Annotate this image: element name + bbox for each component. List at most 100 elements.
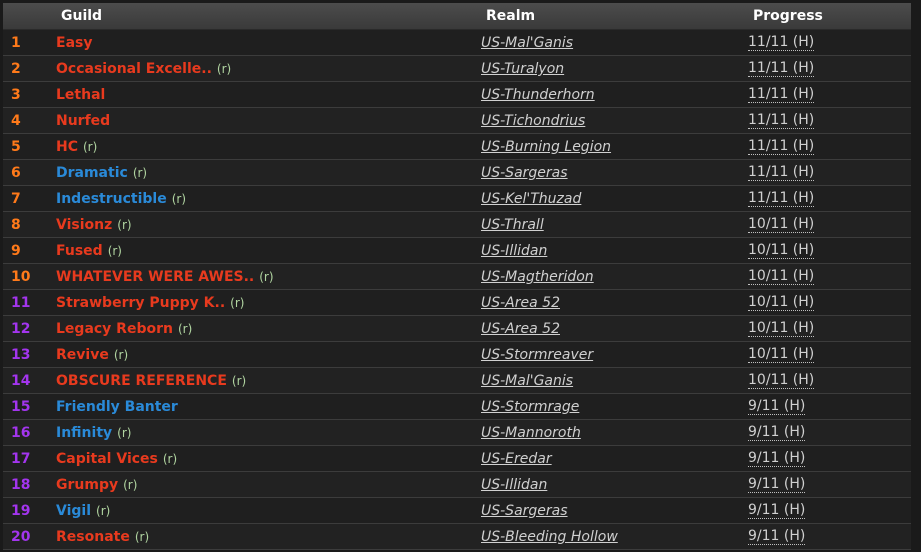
table-row: 18 Grumpy (r) US-Illidan 9/11 (H): [3, 472, 911, 498]
rank-number: 1: [11, 35, 21, 51]
progress-value[interactable]: 11/11 (H): [748, 87, 815, 103]
header-progress[interactable]: Progress: [753, 8, 823, 24]
guild-name-link[interactable]: Fused: [56, 243, 103, 259]
realm-link[interactable]: US-Kel'Thuzad: [481, 191, 581, 207]
guild-name-link[interactable]: Vigil: [56, 503, 91, 519]
guild-name-link[interactable]: Occasional Excelle..: [56, 61, 212, 77]
guild-name-link[interactable]: Capital Vices: [56, 451, 158, 467]
guild-cell: Nurfed: [56, 113, 110, 129]
realm-link[interactable]: US-Stormreaver: [481, 347, 593, 363]
recruiting-badge: (r): [117, 218, 132, 232]
table-body: 1 Easy US-Mal'Ganis 11/11 (H) 2 Occasional Ex…: [3, 30, 911, 550]
guild-name-link[interactable]: Nurfed: [56, 113, 110, 129]
realm-link[interactable]: US-Burning Legion: [481, 139, 611, 155]
progress-value[interactable]: 9/11 (H): [748, 529, 806, 545]
guild-name-link[interactable]: Strawberry Puppy K..: [56, 295, 225, 311]
rank-number: 3: [11, 87, 21, 103]
table-row: 15 Friendly Banter US-Stormrage 9/11 (H): [3, 394, 911, 420]
progress-value[interactable]: 10/11 (H): [748, 295, 815, 311]
realm-link[interactable]: US-Illidan: [481, 243, 547, 259]
scrollbar[interactable]: [913, 0, 921, 552]
progress-value[interactable]: 11/11 (H): [748, 113, 815, 129]
progress-value[interactable]: 9/11 (H): [748, 477, 806, 493]
progress-value[interactable]: 10/11 (H): [748, 347, 815, 363]
guild-name-link[interactable]: Indestructible: [56, 191, 167, 207]
guild-cell: Indestructible (r): [56, 191, 186, 207]
progress-value[interactable]: 9/11 (H): [748, 451, 806, 467]
table-row: 9 Fused (r) US-Illidan 10/11 (H): [3, 238, 911, 264]
rank-number: 10: [11, 269, 31, 285]
guild-name-link[interactable]: Friendly Banter: [56, 399, 178, 415]
rank-number: 7: [11, 191, 21, 207]
progress-value[interactable]: 11/11 (H): [748, 35, 815, 51]
realm-link[interactable]: US-Bleeding Hollow: [481, 529, 618, 545]
realm-link[interactable]: US-Tichondrius: [481, 113, 585, 129]
header-guild[interactable]: Guild: [61, 8, 102, 24]
realm-link[interactable]: US-Mal'Ganis: [481, 373, 573, 389]
progress-value[interactable]: 10/11 (H): [748, 269, 815, 285]
guild-name-link[interactable]: Lethal: [56, 87, 105, 103]
progress-value[interactable]: 10/11 (H): [748, 373, 815, 389]
guild-cell: Easy: [56, 35, 92, 51]
realm-link[interactable]: US-Mal'Ganis: [481, 35, 573, 51]
realm-link[interactable]: US-Sargeras: [481, 503, 568, 519]
realm-link[interactable]: US-Sargeras: [481, 165, 568, 181]
header-realm[interactable]: Realm: [486, 8, 535, 24]
progress-value[interactable]: 10/11 (H): [748, 243, 815, 259]
guild-name-link[interactable]: Resonate: [56, 529, 130, 545]
realm-link[interactable]: US-Thrall: [481, 217, 544, 233]
realm-link[interactable]: US-Mannoroth: [481, 425, 581, 441]
guild-name-link[interactable]: Infinity: [56, 425, 112, 441]
table-row: 4 Nurfed US-Tichondrius 11/11 (H): [3, 108, 911, 134]
recruiting-badge: (r): [259, 270, 274, 284]
table-row: 12 Legacy Reborn (r) US-Area 52 10/11 (H): [3, 316, 911, 342]
realm-link[interactable]: US-Thunderhorn: [481, 87, 595, 103]
guild-name-link[interactable]: Revive: [56, 347, 109, 363]
rank-number: 11: [11, 295, 31, 311]
progress-value[interactable]: 11/11 (H): [748, 139, 815, 155]
guild-cell: Friendly Banter: [56, 399, 178, 415]
table-row: 6 Dramatic (r) US-Sargeras 11/11 (H): [3, 160, 911, 186]
recruiting-badge: (r): [177, 322, 193, 336]
realm-link[interactable]: US-Turalyon: [481, 61, 564, 77]
table-row: 19 Vigil (r) US-Sargeras 9/11 (H): [3, 498, 911, 524]
realm-link[interactable]: US-Area 52: [481, 295, 560, 311]
table-row: 16 Infinity (r) US-Mannoroth 9/11 (H): [3, 420, 911, 446]
realm-link[interactable]: US-Magtheridon: [481, 269, 594, 285]
realm-link[interactable]: US-Illidan: [481, 477, 547, 493]
progress-value[interactable]: 9/11 (H): [748, 425, 806, 441]
progress-value[interactable]: 11/11 (H): [748, 165, 815, 181]
guild-cell: OBSCURE REFERENCE (r): [56, 373, 246, 389]
guild-cell: HC (r): [56, 139, 97, 155]
progress-value[interactable]: 9/11 (H): [748, 503, 806, 519]
guild-cell: Infinity (r): [56, 425, 131, 441]
guild-name-link[interactable]: Dramatic: [56, 165, 128, 181]
guild-cell: Capital Vices (r): [56, 451, 177, 467]
recruiting-badge: (r): [117, 426, 132, 440]
rank-number: 16: [11, 425, 31, 441]
progress-value[interactable]: 10/11 (H): [748, 217, 815, 233]
progress-value[interactable]: 11/11 (H): [748, 191, 815, 207]
progress-value[interactable]: 10/11 (H): [748, 321, 815, 337]
realm-link[interactable]: US-Stormrage: [481, 399, 579, 415]
rank-number: 15: [11, 399, 31, 415]
progress-value[interactable]: 9/11 (H): [748, 399, 806, 415]
guild-cell: Legacy Reborn (r): [56, 321, 192, 337]
guild-name-link[interactable]: Grumpy: [56, 477, 118, 493]
rank-number: 2: [11, 61, 21, 77]
rank-number: 17: [11, 451, 31, 467]
recruiting-badge: (r): [216, 62, 232, 76]
recruiting-badge: (r): [171, 192, 186, 206]
guild-name-link[interactable]: WHATEVER WERE AWES..: [56, 269, 254, 285]
realm-link[interactable]: US-Area 52: [481, 321, 560, 337]
progress-value[interactable]: 11/11 (H): [748, 61, 815, 77]
rank-number: 12: [11, 321, 31, 337]
guild-name-link[interactable]: Visionz: [56, 217, 112, 233]
table-row: 14 OBSCURE REFERENCE (r) US-Mal'Ganis 10/11 …: [3, 368, 911, 394]
realm-link[interactable]: US-Eredar: [481, 451, 552, 467]
table-row: 1 Easy US-Mal'Ganis 11/11 (H): [3, 30, 911, 56]
guild-name-link[interactable]: OBSCURE REFERENCE: [56, 373, 227, 389]
guild-name-link[interactable]: Easy: [56, 35, 92, 51]
guild-name-link[interactable]: Legacy Reborn: [56, 321, 173, 337]
guild-name-link[interactable]: HC: [56, 139, 78, 155]
